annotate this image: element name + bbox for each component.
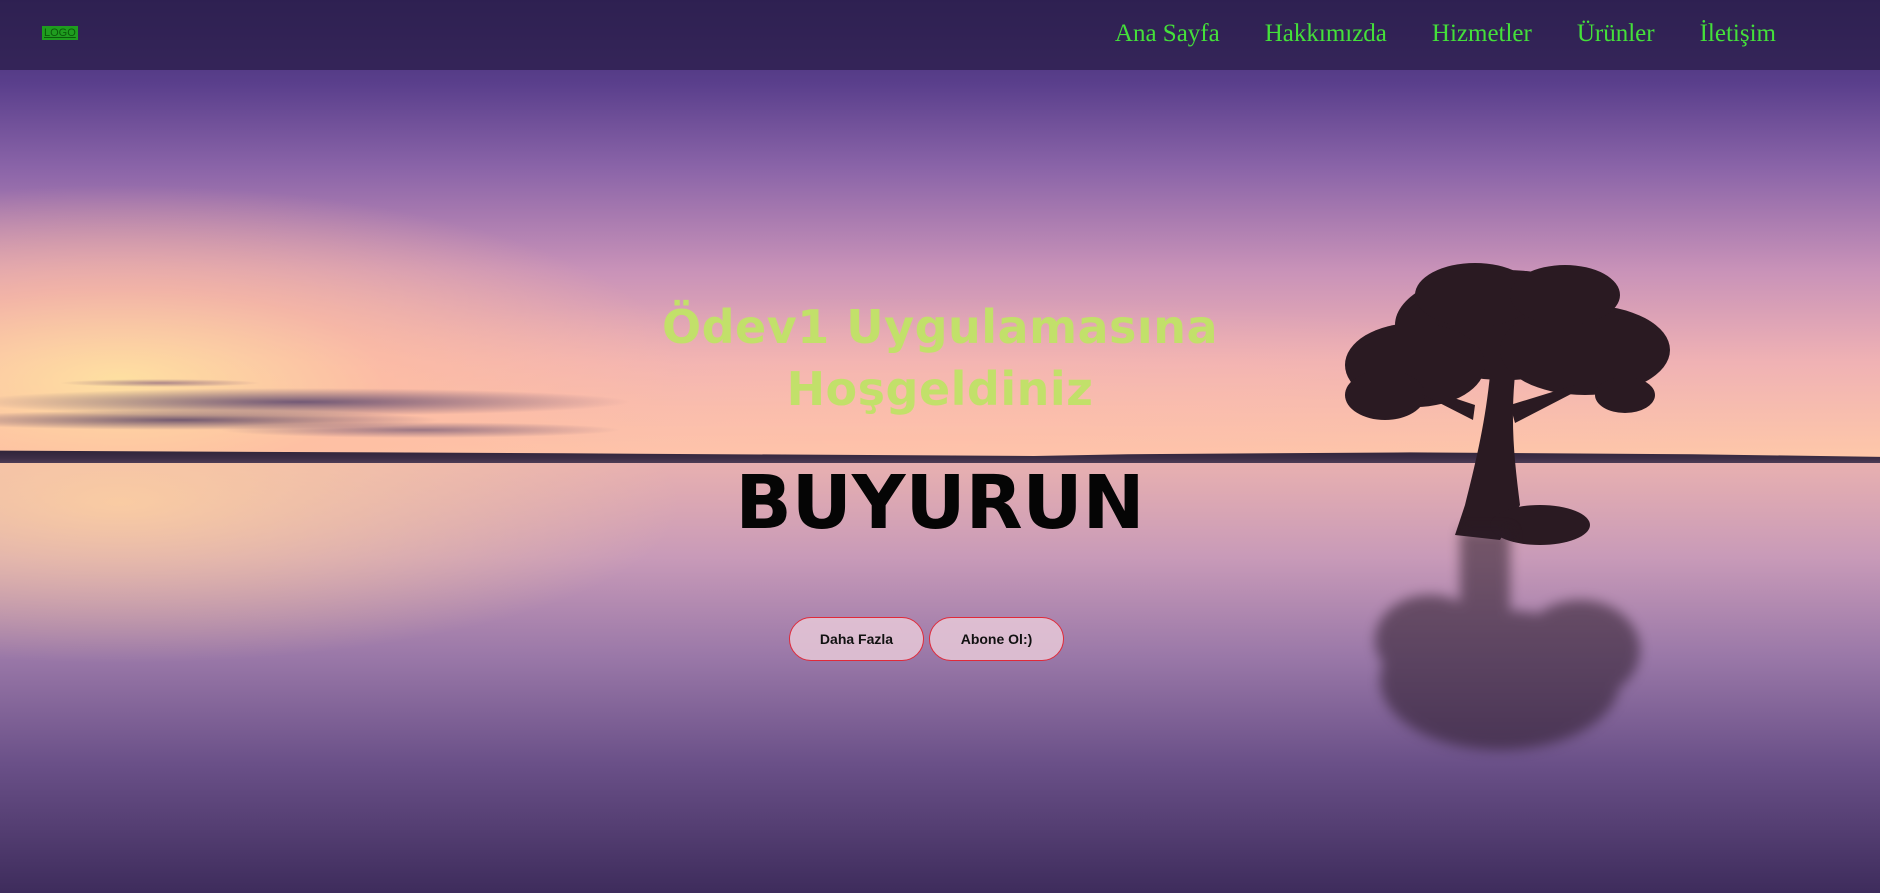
subscribe-button[interactable]: Abone Ol:) (929, 617, 1064, 661)
background-landscape-image (0, 0, 1880, 893)
tree-silhouette (1345, 263, 1670, 545)
nav-item-products[interactable]: Ürünler (1577, 18, 1655, 50)
main-navigation: Ana Sayfa Hakkımızda Hizmetler Ürünler İ… (1070, 18, 1776, 50)
tree-reflection (1375, 530, 1640, 750)
nav-item-about[interactable]: Hakkımızda (1265, 18, 1387, 50)
hero-title: Ödev1 Uygulamasına Hoşgeldiniz (662, 300, 1218, 416)
more-button[interactable]: Daha Fazla (789, 617, 924, 661)
clouds (0, 388, 650, 438)
top-navbar: LOGO Ana Sayfa Hakkımızda Hizmetler Ürün… (0, 0, 1880, 70)
nav-item-home[interactable]: Ana Sayfa (1115, 18, 1220, 50)
logo-link[interactable]: LOGO (42, 26, 78, 40)
nav-item-contact[interactable]: İletişim (1700, 18, 1776, 50)
nav-item-services[interactable]: Hizmetler (1432, 18, 1532, 50)
hero-button-group: Daha Fazla Abone Ol:) (789, 617, 1064, 661)
cloud-streak (60, 378, 260, 388)
hero-subtitle: BUYURUN (735, 460, 1145, 546)
